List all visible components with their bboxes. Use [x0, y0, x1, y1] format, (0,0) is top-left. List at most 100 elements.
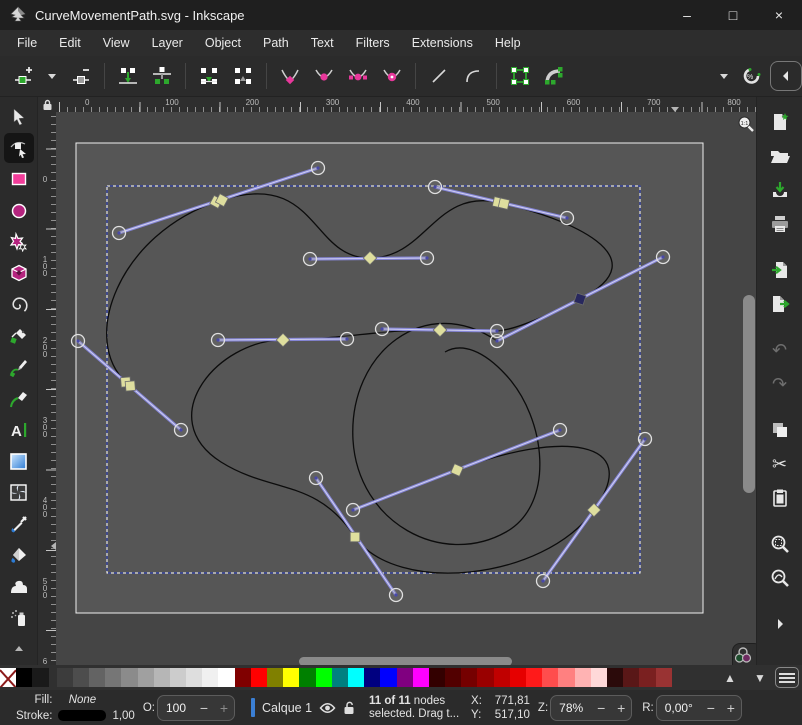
palette-swatch[interactable]: [218, 668, 234, 687]
palette-swatch[interactable]: [542, 668, 558, 687]
tool-gradient[interactable]: [4, 447, 34, 476]
tool-paint-bucket[interactable]: [4, 541, 34, 570]
cut-button[interactable]: ✂: [764, 449, 796, 479]
layer-unlocked-icon[interactable]: [343, 701, 355, 715]
palette-swatch[interactable]: [105, 668, 121, 687]
palette-swatch[interactable]: [121, 668, 137, 687]
vertical-ruler[interactable]: 01 0 02 0 03 0 04 0 05 0 06 0 0: [38, 112, 56, 665]
commands-more-button[interactable]: [764, 609, 796, 639]
menu-view[interactable]: View: [92, 32, 141, 54]
insert-node-menu-button[interactable]: [40, 60, 64, 92]
tool-rectangle[interactable]: [4, 165, 34, 194]
fill-stroke-indicator[interactable]: Fill: None Stroke: 1,00: [16, 692, 135, 724]
palette-scroll-up-icon[interactable]: ▲: [715, 671, 745, 685]
ruler-lock-icon[interactable]: [38, 97, 56, 112]
zoom-spinner[interactable]: 78% − +: [550, 695, 632, 721]
rotation-value[interactable]: 0,00°: [657, 701, 701, 715]
tool-dropper[interactable]: [4, 509, 34, 538]
palette-scroll-down-icon[interactable]: ▼: [745, 671, 775, 685]
break-nodes-button[interactable]: [145, 60, 179, 92]
tool-pencil[interactable]: [4, 353, 34, 382]
layer-visibility-eye-icon[interactable]: [319, 702, 336, 714]
palette-swatch[interactable]: [316, 668, 332, 687]
drawing-canvas[interactable]: [56, 112, 756, 665]
tool-node-editor[interactable]: [4, 133, 34, 162]
tool-spray[interactable]: [4, 603, 34, 632]
menu-edit[interactable]: Edit: [48, 32, 92, 54]
palette-swatch[interactable]: [202, 668, 218, 687]
import-button[interactable]: [764, 255, 796, 285]
minimize-button[interactable]: –: [664, 0, 710, 30]
palette-swatch[interactable]: [591, 668, 607, 687]
palette-swatch[interactable]: [186, 668, 202, 687]
palette-swatch[interactable]: [89, 668, 105, 687]
palette-swatch[interactable]: [656, 668, 672, 687]
palette-swatch[interactable]: [477, 668, 493, 687]
snap-controls-button[interactable]: %: [736, 60, 770, 92]
collapse-snapbar-button[interactable]: [770, 61, 802, 91]
menu-help[interactable]: Help: [484, 32, 532, 54]
zoom-drawing-button[interactable]: [764, 563, 796, 593]
color-managed-display-button[interactable]: [732, 643, 756, 665]
palette-swatch[interactable]: [299, 668, 315, 687]
rotation-minus-icon[interactable]: −: [701, 700, 721, 716]
palette-swatch[interactable]: [267, 668, 283, 687]
palette-swatch[interactable]: [558, 668, 574, 687]
palette-swatch[interactable]: [235, 668, 251, 687]
rotation-plus-icon[interactable]: +: [721, 700, 741, 716]
path-node[interactable]: [125, 381, 135, 391]
palette-swatch[interactable]: [623, 668, 639, 687]
path-node[interactable]: [350, 532, 360, 542]
horizontal-scrollbar[interactable]: [299, 657, 512, 665]
menu-text[interactable]: Text: [300, 32, 345, 54]
palette-swatch[interactable]: [251, 668, 267, 687]
stroke-to-path-button[interactable]: [537, 60, 571, 92]
palette-swatch[interactable]: [138, 668, 154, 687]
tool-pen[interactable]: [4, 321, 34, 350]
insert-node-button[interactable]: [6, 60, 40, 92]
opacity-spinner[interactable]: 100 − +: [157, 695, 235, 721]
close-button[interactable]: ×: [756, 0, 802, 30]
palette-swatch[interactable]: [16, 668, 32, 687]
segment-curve-button[interactable]: [456, 60, 490, 92]
palette-swatch[interactable]: [413, 668, 429, 687]
palette-swatch[interactable]: [283, 668, 299, 687]
menu-layer[interactable]: Layer: [141, 32, 194, 54]
opacity-value[interactable]: 100: [158, 701, 194, 715]
join-nodes-button[interactable]: [111, 60, 145, 92]
toolbar-overflow-button[interactable]: [712, 60, 736, 92]
layer-indicator[interactable]: Calque 1: [251, 698, 355, 717]
palette-swatch[interactable]: [170, 668, 186, 687]
palette-swatch[interactable]: [348, 668, 364, 687]
menu-path[interactable]: Path: [252, 32, 300, 54]
palette-swatch[interactable]: [332, 668, 348, 687]
palette-swatch[interactable]: [57, 668, 73, 687]
delete-node-button[interactable]: [64, 60, 98, 92]
segment-line-button[interactable]: [422, 60, 456, 92]
palette-swatch[interactable]: [445, 668, 461, 687]
tool-calligraphy[interactable]: [4, 384, 34, 413]
zoom-1to1-icon[interactable]: 1:1: [737, 115, 756, 137]
palette-swatch[interactable]: [32, 668, 48, 687]
tool-spiral[interactable]: [4, 290, 34, 319]
palette-swatch[interactable]: [154, 668, 170, 687]
menu-filters[interactable]: Filters: [345, 32, 401, 54]
redo-button[interactable]: ↷: [764, 369, 796, 399]
zoom-plus-icon[interactable]: +: [611, 700, 631, 716]
zoom-minus-icon[interactable]: −: [591, 700, 611, 716]
palette-swatch[interactable]: [526, 668, 542, 687]
palette-swatch[interactable]: [73, 668, 89, 687]
tool-text[interactable]: A: [4, 415, 34, 444]
export-button[interactable]: [764, 289, 796, 319]
tool-selector[interactable]: [4, 102, 34, 131]
palette-swatch[interactable]: [575, 668, 591, 687]
canvas-viewport[interactable]: 1:1 •••: [56, 112, 756, 665]
stroke-color-swatch[interactable]: [58, 710, 106, 721]
palette-swatch[interactable]: [429, 668, 445, 687]
undo-button[interactable]: ↶: [764, 335, 796, 365]
make-auto-button[interactable]: [375, 60, 409, 92]
copy-button[interactable]: [764, 415, 796, 445]
menu-file[interactable]: File: [6, 32, 48, 54]
tool-3dbox[interactable]: [4, 259, 34, 288]
palette-menu-icon[interactable]: [775, 667, 799, 688]
